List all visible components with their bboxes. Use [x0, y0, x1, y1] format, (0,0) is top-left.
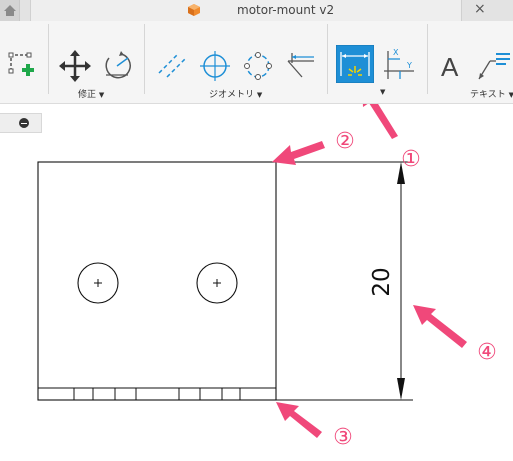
modify-group-label[interactable]: 修正 ▼: [78, 87, 104, 100]
callout-arrow-1: [362, 104, 398, 139]
home-tab[interactable]: [0, 0, 20, 21]
dimension-group-label[interactable]: ▼: [380, 87, 385, 97]
text-label: テキスト: [470, 90, 506, 100]
callout-arrow-3: [276, 402, 322, 438]
center-mark-pattern-icon[interactable]: [241, 49, 275, 83]
centerline-icon[interactable]: [155, 49, 189, 83]
modify-label: 修正: [78, 90, 97, 100]
callout-number-2: ②: [335, 129, 355, 154]
geometry-group-label[interactable]: ジオメトリ ▼: [209, 87, 262, 100]
ribbon-separator: [427, 24, 428, 94]
create-sketch-icon[interactable]: [5, 49, 39, 83]
chevron-down-icon: ▼: [380, 88, 386, 96]
hole-right[interactable]: [196, 262, 238, 304]
chevron-down-icon: ▼: [508, 91, 513, 99]
ribbon-separator: [48, 24, 49, 94]
callout-number-4: ④: [477, 340, 497, 365]
edge-extension-icon[interactable]: [284, 49, 318, 83]
callout-number-1: ①: [401, 147, 421, 172]
close-tab-button[interactable]: ×: [474, 1, 486, 17]
svg-text:Y: Y: [406, 61, 412, 70]
home-icon: [4, 5, 16, 16]
cube-icon: [188, 4, 200, 16]
chevron-down-icon: ▼: [98, 91, 105, 99]
ordinate-dimension-icon[interactable]: X Y: [380, 45, 418, 83]
part-outline[interactable]: [37, 161, 277, 401]
callout-arrow-2: [272, 141, 325, 165]
svg-text:X: X: [393, 48, 399, 57]
callout-arrow-4: [413, 305, 467, 348]
rotate-icon[interactable]: [100, 49, 134, 83]
drawing-canvas[interactable]: 20 ① ② ③ ④: [0, 104, 513, 461]
callout-number-3: ③: [333, 425, 353, 450]
leader-text-icon[interactable]: [476, 49, 513, 83]
part-base-ticks: [73, 388, 241, 400]
move-icon[interactable]: [58, 49, 92, 83]
document-tab[interactable]: motor-mount v2 ×: [30, 0, 486, 21]
center-mark-icon[interactable]: [198, 49, 232, 83]
dimension-value[interactable]: 20: [369, 267, 395, 296]
geometry-label: ジオメトリ: [209, 90, 255, 100]
text-tool-button[interactable]: A: [441, 52, 458, 83]
chevron-down-icon: ▼: [256, 91, 263, 99]
dimension-tool-icon[interactable]: [336, 45, 374, 83]
text-group-label[interactable]: テキスト ▼: [470, 87, 513, 100]
tab-bar: motor-mount v2 ×: [0, 0, 513, 21]
ribbon-separator: [144, 24, 145, 94]
hole-left[interactable]: [77, 262, 119, 304]
document-title: motor-mount v2: [237, 3, 335, 17]
ribbon-separator: [327, 24, 328, 94]
